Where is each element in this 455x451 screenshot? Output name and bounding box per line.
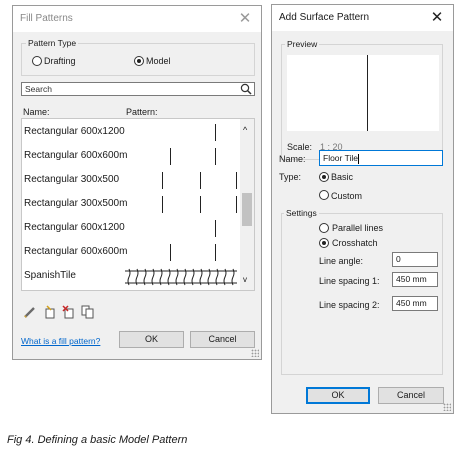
search-input[interactable]: Search xyxy=(21,82,255,96)
scale-label: Scale: xyxy=(287,142,313,152)
drafting-radio[interactable] xyxy=(32,56,42,66)
pattern-preview-line xyxy=(200,172,201,189)
basic-radio[interactable] xyxy=(319,172,329,182)
fill-patterns-dialog: Fill Patterns ✕ Pattern Type Drafting Mo… xyxy=(12,5,262,360)
line-spacing-2-value: 450 mm xyxy=(396,298,427,308)
fill-patterns-title: Fill Patterns xyxy=(20,13,73,24)
pattern-name: Rectangular 600x1200 xyxy=(24,222,125,233)
resize-grip[interactable] xyxy=(251,349,259,357)
list-scrollbar[interactable]: ^ v xyxy=(240,119,254,290)
delete-pattern-icon[interactable] xyxy=(62,305,76,319)
list-item[interactable]: Rectangular 300x500 xyxy=(22,169,240,193)
pattern-name: Rectangular 300x500 xyxy=(24,174,120,185)
text-cursor xyxy=(357,153,359,164)
pattern-name: Rectangular 300x500m xyxy=(24,198,128,209)
list-item[interactable]: Rectangular 300x500m xyxy=(22,193,240,217)
pattern-name: Rectangular 600x1200 xyxy=(24,126,125,137)
pattern-preview-line xyxy=(162,196,163,213)
model-radio[interactable] xyxy=(134,56,144,66)
pattern-preview-line xyxy=(215,244,216,261)
pattern-preview-line xyxy=(170,148,171,165)
line-spacing-1-label: Line spacing 1: xyxy=(319,276,380,286)
line-spacing-2-label: Line spacing 2: xyxy=(319,300,380,310)
pattern-preview-line xyxy=(215,220,216,237)
scroll-thumb[interactable] xyxy=(242,193,252,226)
pattern-name: Rectangular 600x600m xyxy=(24,150,128,161)
pattern-preview-line xyxy=(170,244,171,261)
pattern-preview-line xyxy=(162,172,163,189)
line-spacing-2-field[interactable]: 450 mm xyxy=(392,296,438,311)
fill-pattern-help-link[interactable]: What is a fill pattern? xyxy=(21,336,100,346)
cancel-button[interactable]: Cancel xyxy=(378,387,444,404)
preview-pattern-line xyxy=(367,55,368,131)
type-label: Type: xyxy=(279,172,302,182)
pattern-type-label: Pattern Type xyxy=(26,38,79,48)
line-angle-label: Line angle: xyxy=(319,256,364,266)
new-pattern-icon[interactable] xyxy=(43,305,57,319)
pattern-name-value: Floor Tile xyxy=(323,153,358,163)
settings-group: Settings Parallel lines Crosshatch Line … xyxy=(281,208,443,375)
pattern-preview-line xyxy=(215,124,216,141)
list-item[interactable]: Rectangular 600x600m xyxy=(22,145,240,169)
crosshatch-label: Crosshatch xyxy=(332,238,378,248)
add-surface-pattern-dialog: Add Surface Pattern ✕ Preview Scale: 1 :… xyxy=(271,4,454,414)
ok-button[interactable]: OK xyxy=(119,331,184,348)
fill-patterns-titlebar: Fill Patterns ✕ xyxy=(13,6,261,32)
list-item[interactable]: Rectangular 600x600m xyxy=(22,241,240,265)
add-surface-titlebar: Add Surface Pattern ✕ xyxy=(272,5,453,31)
parallel-lines-label: Parallel lines xyxy=(332,223,384,233)
pattern-preview-line xyxy=(215,148,216,165)
cancel-button[interactable]: Cancel xyxy=(190,331,255,348)
scroll-down-icon[interactable]: v xyxy=(243,275,247,284)
pattern-name: SpanishTile xyxy=(24,270,76,281)
list-item[interactable]: SpanishTile xyxy=(22,265,240,289)
preview-group: Preview Scale: 1 : 20 xyxy=(281,39,443,160)
pattern-column-header: Pattern: xyxy=(126,107,158,117)
pattern-preview-line xyxy=(236,196,237,213)
pattern-list: Rectangular 600x1200 Rectangular 600x600… xyxy=(21,118,255,291)
close-icon[interactable]: ✕ xyxy=(231,8,259,30)
line-angle-field[interactable]: 0 xyxy=(392,252,438,267)
crosshatch-radio[interactable] xyxy=(319,238,329,248)
line-spacing-1-value: 450 mm xyxy=(396,274,427,284)
search-icon[interactable] xyxy=(240,83,252,95)
close-icon[interactable]: ✕ xyxy=(423,7,451,29)
scroll-up-icon[interactable]: ^ xyxy=(243,125,247,135)
pattern-name: Rectangular 600x600m xyxy=(24,246,128,257)
pattern-preview-line xyxy=(200,196,201,213)
spanish-tile-pattern xyxy=(125,268,237,286)
name-column-header: Name: xyxy=(23,107,50,117)
settings-label: Settings xyxy=(284,208,319,218)
line-angle-value: 0 xyxy=(396,254,401,264)
drafting-label: Drafting xyxy=(44,56,76,66)
duplicate-pattern-icon[interactable] xyxy=(81,305,95,319)
pattern-preview-line xyxy=(236,172,237,189)
pencil-icon[interactable] xyxy=(23,305,37,319)
list-item[interactable]: Rectangular 600x1200 xyxy=(22,217,240,241)
name-label: Name: xyxy=(279,154,306,164)
pattern-name-field[interactable]: Floor Tile xyxy=(319,150,443,166)
custom-radio[interactable] xyxy=(319,190,329,200)
ok-button[interactable]: OK xyxy=(306,387,370,404)
pattern-type-group: Pattern Type Drafting Model xyxy=(21,38,255,76)
model-label: Model xyxy=(146,56,171,66)
custom-label: Custom xyxy=(331,191,363,201)
preview-label: Preview xyxy=(285,39,320,49)
figure-caption: Fig 4. Defining a basic Model Pattern xyxy=(7,434,188,446)
basic-label: Basic xyxy=(331,172,354,182)
resize-grip[interactable] xyxy=(443,403,451,411)
preview-canvas xyxy=(287,55,439,131)
list-item[interactable]: Rectangular 600x1200 xyxy=(22,121,240,145)
add-surface-title: Add Surface Pattern xyxy=(279,12,370,23)
search-placeholder: Search xyxy=(25,84,52,94)
parallel-lines-radio[interactable] xyxy=(319,223,329,233)
line-spacing-1-field[interactable]: 450 mm xyxy=(392,272,438,287)
